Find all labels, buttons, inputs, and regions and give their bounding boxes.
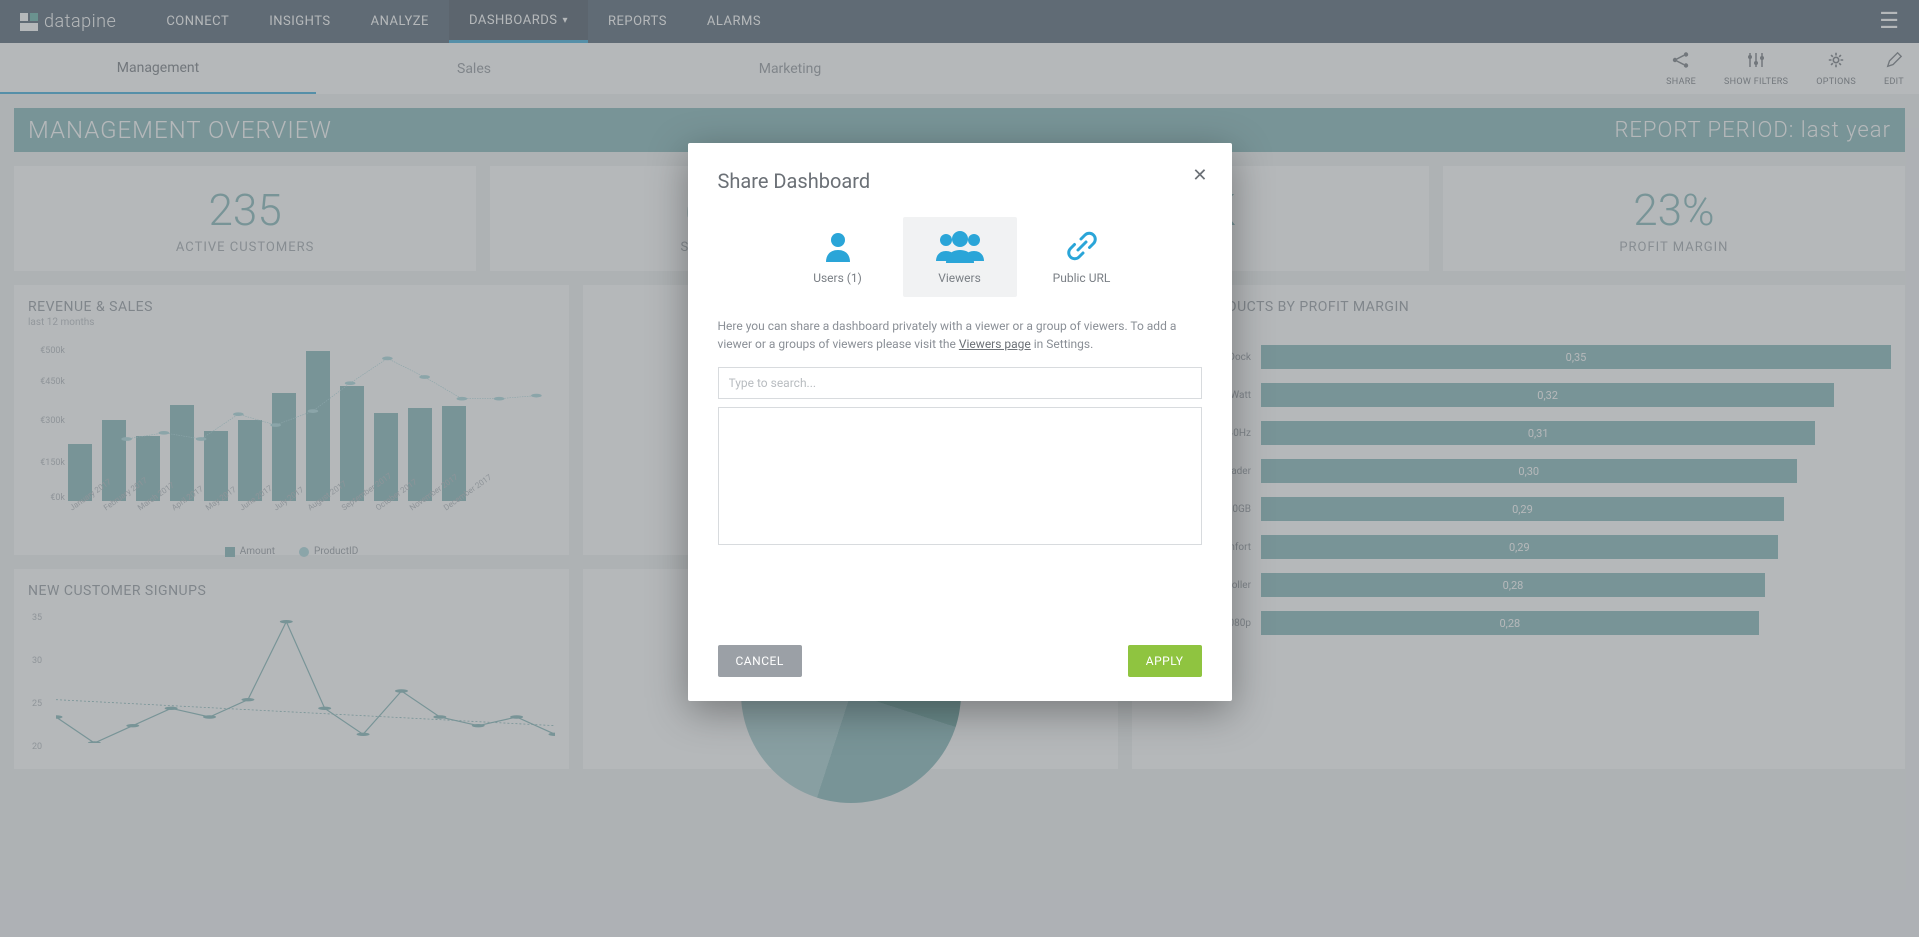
apply-button[interactable]: APPLY (1128, 645, 1202, 677)
link-icon (1065, 229, 1099, 263)
share-tab-label: Users (1) (813, 271, 862, 285)
share-tabs: Users (1) Viewers Public URL (718, 217, 1202, 297)
share-tab-public-url[interactable]: Public URL (1025, 217, 1139, 297)
modal-description: Here you can share a dashboard privately… (718, 317, 1202, 353)
share-tab-users[interactable]: Users (1) (781, 217, 895, 297)
user-icon (823, 229, 853, 263)
search-input[interactable] (718, 367, 1202, 399)
modal-desc-text: Here you can share a dashboard privately… (718, 319, 1177, 351)
modal-desc-text: in Settings. (1031, 337, 1093, 351)
share-tab-viewers[interactable]: Viewers (903, 217, 1017, 297)
close-icon[interactable]: ✕ (1192, 165, 1207, 186)
results-box[interactable] (718, 407, 1202, 545)
modal-backdrop[interactable]: Share Dashboard ✕ Users (1) Viewers Publ… (0, 0, 1919, 937)
cancel-button[interactable]: CANCEL (718, 645, 802, 677)
share-tab-label: Viewers (938, 271, 981, 285)
modal-buttons: CANCEL APPLY (718, 645, 1202, 677)
group-icon (932, 229, 988, 263)
share-tab-label: Public URL (1053, 271, 1111, 285)
share-dashboard-modal: Share Dashboard ✕ Users (1) Viewers Publ… (688, 143, 1232, 701)
modal-title: Share Dashboard (718, 169, 1202, 193)
viewers-page-link[interactable]: Viewers page (959, 337, 1031, 351)
